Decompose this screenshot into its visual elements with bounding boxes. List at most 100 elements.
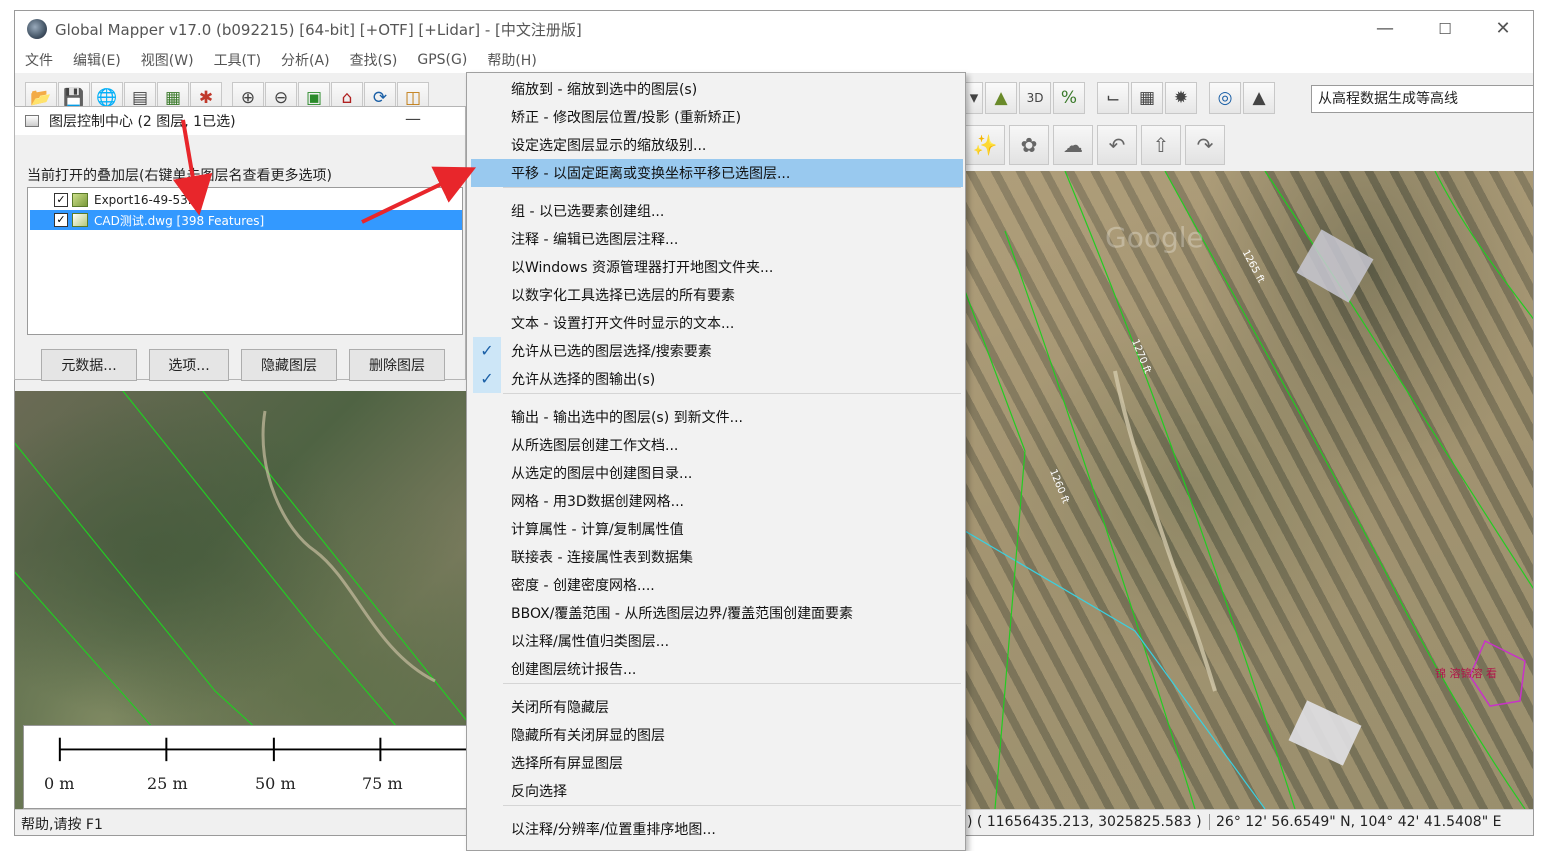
menu-analysis[interactable]: 分析(A)	[281, 50, 330, 70]
menu-bar: 文件 编辑(E) 视图(W) 工具(T) 分析(A) 查找(S) GPS(G) …	[15, 47, 1533, 73]
context-menu-item-label: 以注释/属性值归类图层...	[511, 634, 670, 650]
edit-vertex-icon[interactable]: ✨	[965, 125, 1005, 165]
layer-list[interactable]: ✓ Export16-49-53.tif ✓ CAD测试.dwg [398 Fe…	[27, 187, 463, 335]
menu-help[interactable]: 帮助(H)	[487, 50, 536, 70]
menu-tools[interactable]: 工具(T)	[214, 50, 261, 70]
dropdown-arrow-icon[interactable]: ▾	[965, 82, 983, 114]
context-menu-item-label: 文本 - 设置打开文件时显示的文本...	[511, 316, 735, 332]
layer-name: CAD测试.dwg [398 Features]	[94, 213, 265, 228]
context-menu-item-label: 反向选择	[511, 784, 567, 800]
maximize-button[interactable]: ☐	[1425, 17, 1465, 41]
upload-arrow-icon[interactable]: ⇧	[1141, 125, 1181, 165]
context-menu-item-label: 从选定的图层中创建图目录...	[511, 466, 693, 482]
context-menu-item[interactable]: 以Windows 资源管理器打开地图文件夹...	[471, 253, 963, 281]
layer-row-selected[interactable]: ✓ CAD测试.dwg [398 Features]	[30, 210, 462, 230]
context-menu-item[interactable]: 设定选定图层显示的缩放级别...	[471, 131, 963, 159]
menu-file[interactable]: 文件	[25, 50, 53, 70]
terrain-icon[interactable]: ▲	[985, 82, 1017, 114]
scale-label: 25 m	[147, 774, 188, 793]
status-help-text: 帮助,请按 F1	[21, 817, 103, 833]
status-latlon: 26° 12' 56.6549" N, 104° 42' 41.5408" E	[1209, 814, 1501, 830]
crosshair-grid-icon[interactable]: ✹	[1165, 82, 1197, 114]
context-menu-item[interactable]: 注释 - 编辑已选图层注释...	[471, 225, 963, 253]
context-menu-item[interactable]: 计算属性 - 计算/复制属性值	[471, 515, 963, 543]
context-menu-item[interactable]: 以数字化工具选择已选层的所有要素	[471, 281, 963, 309]
context-menu-item[interactable]: 从选定的图层中创建图目录...	[471, 459, 963, 487]
context-menu-item-label: 密度 - 创建密度网格....	[511, 578, 655, 594]
context-menu-item-label: 以Windows 资源管理器打开地图文件夹...	[511, 260, 774, 276]
checkmark-icon: ✓	[473, 365, 501, 393]
menu-view[interactable]: 视图(W)	[141, 50, 194, 70]
checkmark-icon: ✓	[473, 337, 501, 365]
rotate-icon[interactable]: ↷	[1185, 125, 1225, 165]
delete-layer-button[interactable]: 删除图层	[349, 349, 445, 381]
context-menu-item-label: 以注释/分辨率/位置重排序地图...	[511, 822, 716, 838]
feature-label: 锦 溶锦溶 看	[1435, 667, 1497, 680]
context-menu-item-label: 矫正 - 修改图层位置/投影 (重新矫正)	[511, 110, 742, 126]
context-menu-item[interactable]: 联接表 - 连接属性表到数据集	[471, 543, 963, 571]
tool-select-combo[interactable]: 从高程数据生成等高线	[1311, 85, 1533, 113]
context-menu-item-label: 从所选图层创建工作文档...	[511, 438, 679, 454]
reshape-icon[interactable]: ☁	[1053, 125, 1093, 165]
context-menu-item-label: 以数字化工具选择已选层的所有要素	[511, 288, 735, 304]
scale-bar: 0 m 25 m 50 m 75 m	[23, 725, 467, 809]
digitizer-toolbar: ✨ ✿ ☁ ↶ ⇧ ↷	[965, 123, 1225, 167]
context-menu-item-label: 联接表 - 连接属性表到数据集	[511, 550, 693, 566]
context-menu-item[interactable]: 隐藏所有关闭屏显的图层	[471, 721, 963, 749]
move-feature-icon[interactable]: ✿	[1009, 125, 1049, 165]
3d-view-icon[interactable]: 3D	[1019, 82, 1051, 114]
context-menu-item[interactable]: 文本 - 设置打开文件时显示的文本...	[471, 309, 963, 337]
panel-minimize-button[interactable]: —	[405, 109, 421, 128]
context-menu-item[interactable]: 关闭所有隐藏层	[471, 693, 963, 721]
context-menu-item[interactable]: 平移 - 以固定距离或变换坐标平移已选图层...	[471, 159, 963, 187]
scale-label: 50 m	[255, 774, 296, 793]
layer-row[interactable]: ✓ Export16-49-53.tif	[30, 190, 462, 210]
context-menu-item[interactable]: 网格 - 用3D数据创建网格...	[471, 487, 963, 515]
menu-gps[interactable]: GPS(G)	[417, 52, 467, 68]
context-menu-item[interactable]: BBOX/覆盖范围 - 从所选图层边界/覆盖范围创建面要素	[471, 599, 963, 627]
context-menu-item[interactable]: 选择所有屏显图层	[471, 749, 963, 777]
metadata-button[interactable]: 元数据...	[41, 349, 137, 381]
context-menu-item[interactable]: 反向选择	[471, 777, 963, 805]
hide-layer-button[interactable]: 隐藏图层	[241, 349, 337, 381]
layer-visibility-checkbox[interactable]: ✓	[54, 193, 68, 207]
options-button[interactable]: 选项...	[149, 349, 229, 381]
panel-title: 图层控制中心 (2 图层, 1已选)	[49, 114, 236, 130]
layer-visibility-checkbox[interactable]: ✓	[54, 213, 68, 227]
map-watermark: Google	[1105, 221, 1204, 254]
gps-target-icon[interactable]: ◎	[1209, 82, 1241, 114]
context-menu-item[interactable]: 从所选图层创建工作文档...	[471, 431, 963, 459]
context-menu-item[interactable]: 密度 - 创建密度网格....	[471, 571, 963, 599]
percent-icon[interactable]: %	[1053, 82, 1085, 114]
context-menu-item[interactable]: 缩放到 - 缩放到选中的图层(s)	[471, 75, 963, 103]
context-menu-item[interactable]: 组 - 以已选要素创建组...	[471, 197, 963, 225]
context-menu-item[interactable]: 以注释/分辨率/位置重排序地图...	[471, 815, 963, 843]
context-menu-item[interactable]: ✓ 允许从已选的图层选择/搜索要素	[471, 337, 963, 365]
context-menu-item-label: 计算属性 - 计算/复制属性值	[511, 522, 684, 538]
context-menu-item-label: 允许从已选的图层选择/搜索要素	[511, 344, 712, 360]
minimize-button[interactable]: —	[1365, 17, 1405, 41]
undo-arrow-icon[interactable]: ↶	[1097, 125, 1137, 165]
measure-icon[interactable]: ▦	[1131, 82, 1163, 114]
close-button[interactable]: ✕	[1483, 17, 1523, 41]
context-menu-item[interactable]: 以注释/属性值归类图层...	[471, 627, 963, 655]
context-menu-item-label: BBOX/覆盖范围 - 从所选图层边界/覆盖范围创建面要素	[511, 606, 854, 622]
context-menu-item-label: 设定选定图层显示的缩放级别...	[511, 138, 707, 154]
context-menu-item-label: 注释 - 编辑已选图层注释...	[511, 232, 679, 248]
panel-window-icon	[25, 115, 39, 127]
north-arrow-icon[interactable]: ▲	[1243, 82, 1275, 114]
status-coordinates: ) ( 11656435.213, 3025825.583 )	[967, 814, 1202, 830]
context-menu-item[interactable]: 创建图层统计报告...	[471, 655, 963, 683]
title-bar: Global Mapper v17.0 (b092215) [64-bit] […	[15, 11, 1533, 47]
scale-bar-ruler	[58, 737, 466, 762]
context-menu-item[interactable]: 矫正 - 修改图层位置/投影 (重新矫正)	[471, 103, 963, 131]
menu-edit[interactable]: 编辑(E)	[73, 50, 121, 70]
secondary-toolbar: ▾ ▲ 3D % ⌙ ▦ ✹ ◎ ▲	[965, 81, 1275, 115]
menu-search[interactable]: 查找(S)	[350, 50, 398, 70]
path-profile-icon[interactable]: ⌙	[1097, 82, 1129, 114]
context-menu-item[interactable]: 输出 - 输出选中的图层(s) 到新文件...	[471, 403, 963, 431]
context-menu-item[interactable]: ✓ 允许从选择的图输出(s)	[471, 365, 963, 393]
context-menu-item-label: 缩放到 - 缩放到选中的图层(s)	[511, 82, 698, 98]
map-view-right[interactable]: 1265 ft 1270 ft 1260 ft Google 锦 溶锦溶 看	[965, 171, 1533, 809]
panel-header: 图层控制中心 (2 图层, 1已选) —	[15, 107, 465, 135]
